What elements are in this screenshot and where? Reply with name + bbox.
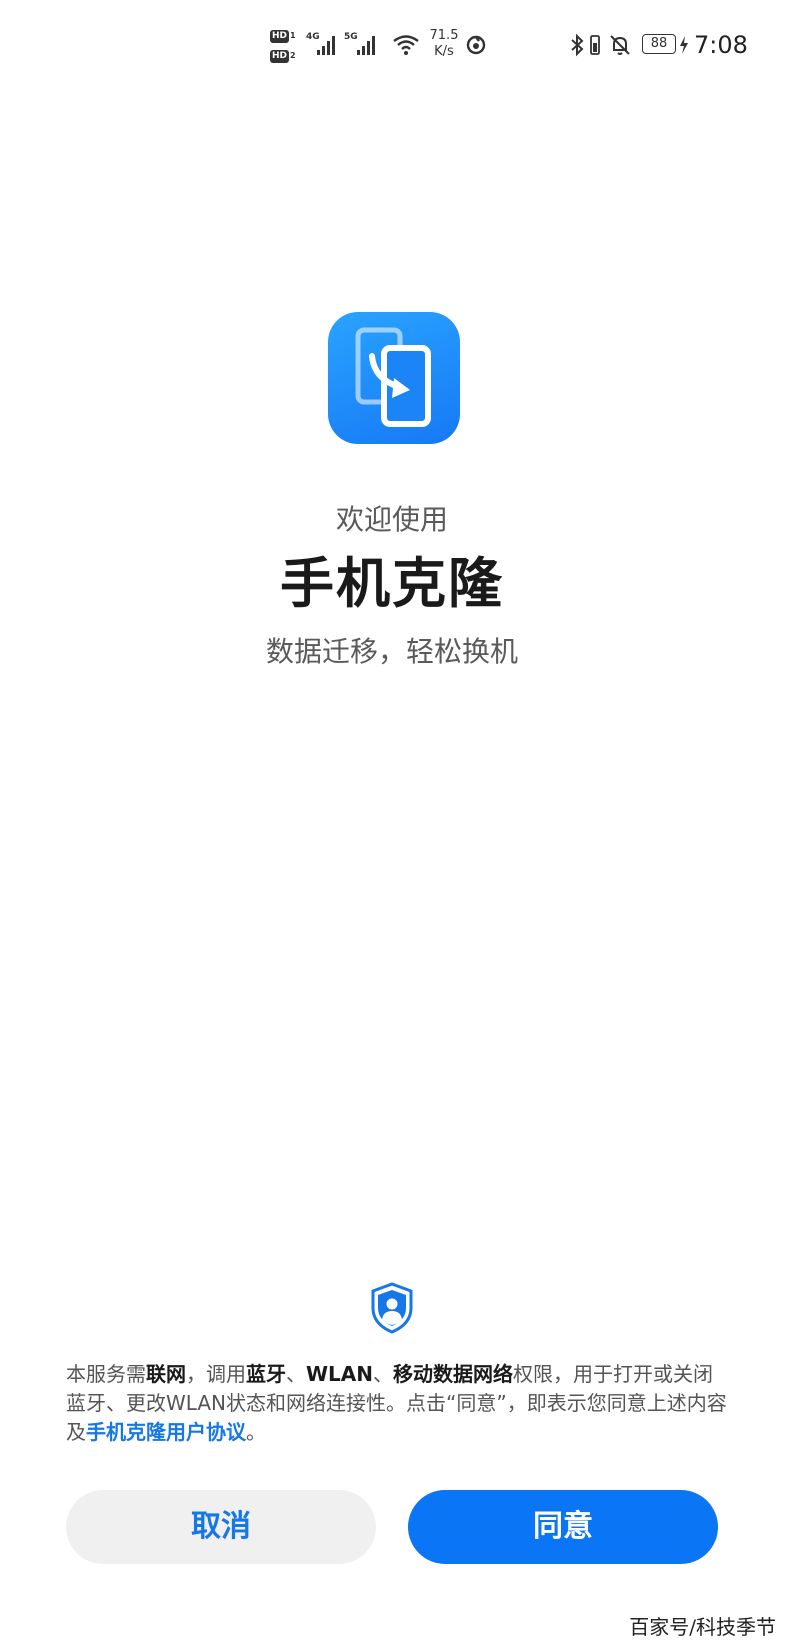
privacy-notice: 本服务需联网，调用蓝牙、WLAN、移动数据网络权限，用于打开或关闭蓝牙、更改WL… xyxy=(66,1362,727,1444)
charging-icon xyxy=(680,36,688,54)
privacy-shield-icon xyxy=(371,1282,413,1334)
welcome-text: 欢迎使用 xyxy=(335,503,448,536)
highlight-bluetooth: 蓝牙 xyxy=(246,1362,286,1386)
bluetooth-icon xyxy=(571,33,584,57)
highlight-network: 联网 xyxy=(146,1362,186,1386)
signal-bars-icon xyxy=(357,36,375,55)
highlight-mobile-data: 移动数据网络 xyxy=(393,1362,514,1386)
music-app-icon xyxy=(466,35,486,55)
cancel-button[interactable]: 取消 xyxy=(66,1490,376,1564)
mute-bell-icon xyxy=(610,35,630,55)
hd-voice-1-badge: HD 1 xyxy=(270,30,296,43)
battery-level: 88 xyxy=(650,36,668,51)
status-bar: HD 1 HD 2 4G 5G 71.5 K/s 88 7:08 xyxy=(0,0,800,92)
app-tagline: 数据迁移，轻松换机 xyxy=(265,635,518,668)
signal-bars-icon xyxy=(317,36,335,55)
battery-icon: 88 xyxy=(642,34,676,54)
agree-button[interactable]: 同意 xyxy=(408,1490,718,1564)
user-agreement-link[interactable]: 手机克隆用户协议 xyxy=(86,1420,246,1444)
network-speed: 71.5 K/s xyxy=(429,28,459,59)
hd-voice-2-badge: HD 2 xyxy=(270,50,296,63)
watermark: 百家号/科技季节 xyxy=(629,1615,776,1639)
wifi-icon xyxy=(393,35,419,55)
vibrate-icon xyxy=(590,35,600,55)
status-time: 7:08 xyxy=(694,31,748,59)
highlight-wlan: WLAN xyxy=(306,1362,374,1386)
app-title: 手机克隆 xyxy=(280,552,504,615)
phone-clone-icon xyxy=(328,312,460,444)
